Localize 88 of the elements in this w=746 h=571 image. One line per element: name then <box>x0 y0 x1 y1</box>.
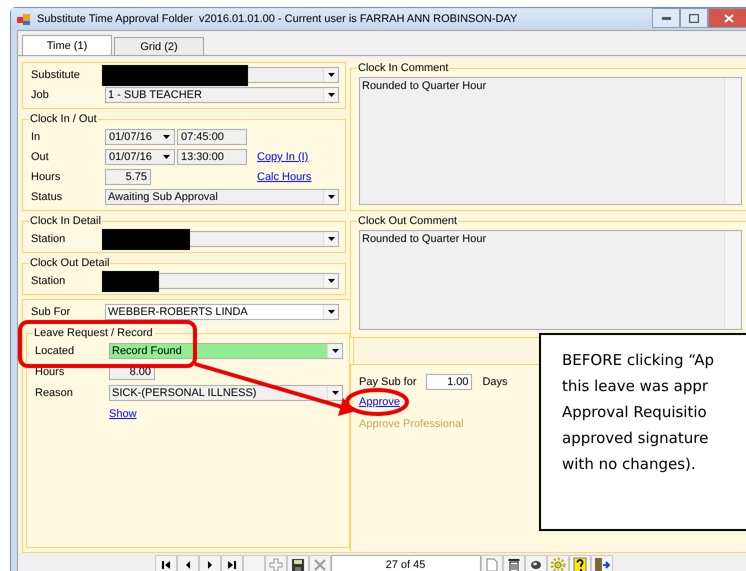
previous-icon <box>184 560 190 570</box>
close-button[interactable] <box>708 8 746 28</box>
field-label: Status <box>31 191 64 203</box>
eraser-icon <box>530 560 542 570</box>
dropdown-field[interactable] <box>105 273 339 289</box>
minimize-button[interactable] <box>652 8 680 28</box>
close-icon <box>312 558 326 571</box>
dropdown-field[interactable]: WEBBER-ROBERTS LINDA <box>105 304 339 320</box>
link[interactable]: Approve <box>359 396 400 408</box>
comment-field[interactable]: Rounded to Quarter Hour <box>359 230 742 330</box>
tab[interactable]: Time (1) <box>22 35 112 55</box>
field-label: Pay Sub for <box>359 376 416 388</box>
field-label: In <box>31 131 42 143</box>
number-field[interactable]: 1.00 <box>426 374 472 390</box>
scrollbar[interactable] <box>724 78 741 204</box>
number-field[interactable]: 5.75 <box>105 169 151 185</box>
prev-button[interactable] <box>176 555 198 571</box>
save-icon <box>290 558 304 571</box>
field-label: Hours <box>35 366 66 378</box>
field-label: Job <box>31 89 50 101</box>
group-title: Clock Out Detail <box>29 257 110 269</box>
dropdown-arrow-icon <box>326 309 336 315</box>
dropdown-arrow-icon <box>326 72 336 78</box>
dropdown-field[interactable] <box>105 67 339 83</box>
scrollbar[interactable] <box>724 231 741 329</box>
trash-icon <box>508 558 520 571</box>
field-label: Station <box>31 275 66 287</box>
minimize-icon <box>662 16 670 20</box>
field-label: Substitute <box>31 69 81 81</box>
dropdown-arrow-icon <box>326 278 336 284</box>
dropdown-field[interactable]: SICK-(PERSONAL ILLNESS) <box>109 385 343 401</box>
unit-label: Days <box>482 376 508 388</box>
dropdown-arrow-icon <box>330 348 340 354</box>
field-label: Reason <box>35 387 74 399</box>
last-button[interactable] <box>220 555 242 571</box>
gear-button[interactable] <box>546 555 568 571</box>
group-title: Clock Out Comment <box>357 215 458 227</box>
first-record-icon <box>160 560 170 570</box>
group-title: Leave Request / Record <box>33 327 154 339</box>
dropdown-arrow-icon <box>326 92 336 98</box>
field-label: Station <box>31 233 66 245</box>
group-title: Clock In Comment <box>357 62 450 74</box>
dropdown-arrow-icon <box>162 134 171 140</box>
window-title: Substitute Time Approval Folder v2016.01.01.00 - Current user is FARRAH ANN ROBINSON-DAY <box>37 13 518 25</box>
dropdown-arrow-icon <box>162 154 171 160</box>
date-field[interactable]: 01/07/16 <box>105 129 175 145</box>
dropdown-field[interactable] <box>105 231 339 247</box>
annotation-circle <box>345 388 409 416</box>
link[interactable]: Show <box>109 408 137 420</box>
group-title: Clock In / Out <box>29 113 98 125</box>
maximize-button[interactable] <box>680 8 708 28</box>
annotation-callout: BEFORE clicking “Ap this leave was appr Approval Requisitio approved signature with no changes). <box>539 333 746 531</box>
next-icon <box>206 560 212 570</box>
save-button[interactable] <box>286 555 308 571</box>
dropdown-arrow-icon <box>326 194 336 200</box>
dropdown-arrow-icon <box>330 390 340 396</box>
link[interactable]: Copy In (I) <box>257 151 308 163</box>
last-record-icon <box>226 560 236 570</box>
exit-button[interactable] <box>590 555 612 571</box>
field-label: Out <box>31 151 50 163</box>
help-icon <box>572 557 586 571</box>
dropdown-arrow-icon <box>326 236 336 242</box>
dropdown-field[interactable]: Record Found <box>109 343 343 359</box>
erase-button[interactable] <box>524 555 546 571</box>
help-button[interactable] <box>568 555 590 571</box>
comment-field[interactable]: Rounded to Quarter Hour <box>359 77 742 205</box>
time-field[interactable]: 13:30:00 <box>177 149 247 165</box>
field-label: Hours <box>31 171 62 183</box>
field-label: Sub For <box>31 306 72 318</box>
page-icon <box>486 558 498 571</box>
close-icon <box>724 14 734 22</box>
date-field[interactable]: 01/07/16 <box>105 149 175 165</box>
field-label: Located <box>35 345 76 357</box>
plus-icon <box>268 558 282 571</box>
app-icon <box>17 12 31 26</box>
trash-button[interactable] <box>502 555 524 571</box>
tab[interactable]: Grid (2) <box>114 37 204 55</box>
exit-door-icon <box>594 557 610 571</box>
first-button[interactable] <box>154 555 176 571</box>
maximize-icon <box>689 14 699 22</box>
dropdown-field[interactable]: 1 - SUB TEACHER <box>105 87 339 103</box>
link[interactable]: Calc Hours <box>257 171 312 183</box>
next-button[interactable] <box>198 555 220 571</box>
settings-icon <box>550 557 566 571</box>
record-counter: 27 of 45 <box>330 555 480 571</box>
group-title: Clock In Detail <box>29 215 102 227</box>
dropdown-field[interactable]: Awaiting Sub Approval <box>105 189 339 205</box>
time-field[interactable]: 07:45:00 <box>177 129 247 145</box>
